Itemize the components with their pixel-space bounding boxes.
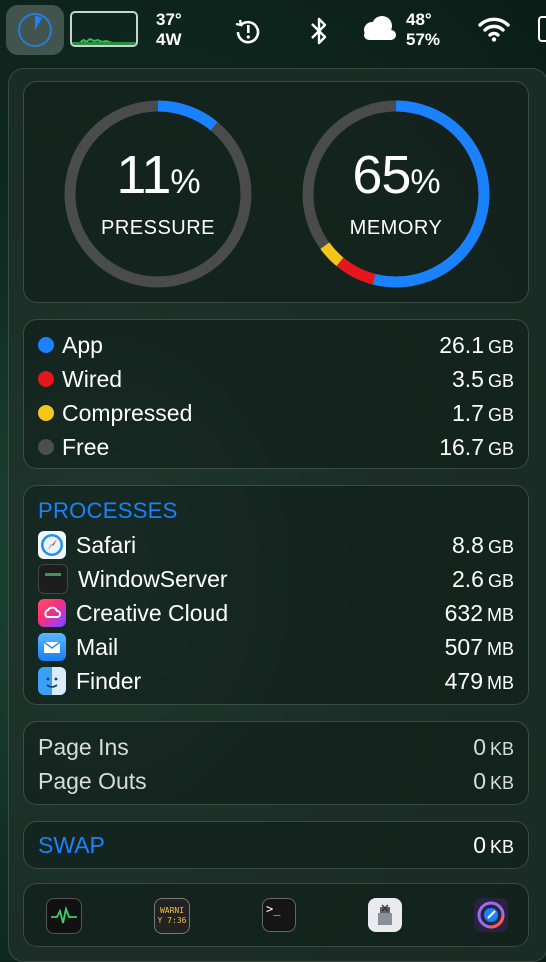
free-dot-icon bbox=[38, 439, 54, 455]
memory-gauge: 65% MEMORY bbox=[298, 96, 494, 292]
breakdown-row-app: App 26.1 GB bbox=[38, 328, 514, 362]
breakdown-label: Compressed bbox=[62, 399, 193, 426]
process-row-mail[interactable]: Mail 507 MB bbox=[38, 630, 514, 664]
disk-utility-icon[interactable] bbox=[474, 898, 508, 932]
process-value: 479 bbox=[444, 667, 483, 694]
weather-cloud-icon[interactable] bbox=[358, 14, 400, 44]
processes-heading[interactable]: PROCESSES bbox=[38, 498, 178, 524]
process-name: Mail bbox=[76, 633, 119, 660]
finder-icon bbox=[38, 667, 66, 695]
console-icon-text: WARNI bbox=[159, 906, 185, 915]
breakdown-value: 26.1 bbox=[439, 331, 484, 358]
terminal-icon-prompt: >_ bbox=[266, 902, 281, 916]
process-value: 2.6 bbox=[452, 565, 484, 592]
memory-pie-menu-icon[interactable] bbox=[6, 5, 64, 55]
process-value: 632 bbox=[444, 599, 483, 626]
memory-label: MEMORY bbox=[349, 217, 443, 239]
memory-breakdown-card: App 26.1 GB Wired 3.5 GB Compressed 1.7 GB … bbox=[23, 319, 529, 469]
page-ins-value: 0 bbox=[473, 733, 486, 760]
battery-icon[interactable] bbox=[538, 16, 546, 42]
swap-card: SWAP 0 KB bbox=[23, 821, 529, 869]
pressure-label: PRESSURE bbox=[100, 217, 216, 239]
mail-icon bbox=[38, 633, 66, 661]
pressure-value: 11% bbox=[116, 145, 200, 205]
process-value: 507 bbox=[444, 633, 483, 660]
weather-readout[interactable]: 48° 57% bbox=[406, 10, 440, 50]
cpu-graph-menu-icon[interactable] bbox=[70, 11, 138, 47]
temp-power-readout[interactable]: 37° 4W bbox=[156, 10, 182, 50]
process-name: Finder bbox=[76, 667, 142, 694]
memory-value: 65% bbox=[352, 145, 440, 205]
breakdown-value: 3.5 bbox=[452, 365, 484, 392]
console-icon-time: Y 7:36 bbox=[157, 916, 187, 925]
breakdown-label: Free bbox=[62, 433, 110, 460]
breakdown-value: 16.7 bbox=[439, 433, 484, 460]
swap-heading[interactable]: SWAP bbox=[38, 832, 473, 859]
power-value: 4W bbox=[156, 30, 182, 49]
app-dot-icon bbox=[38, 337, 54, 353]
breakdown-label: App bbox=[62, 331, 103, 358]
weather-temp: 48° bbox=[406, 10, 432, 29]
system-info-icon[interactable] bbox=[368, 898, 402, 932]
process-row-finder[interactable]: Finder 479 MB bbox=[38, 664, 514, 698]
weather-humidity: 57% bbox=[406, 30, 441, 49]
windowserver-icon bbox=[38, 564, 68, 594]
breakdown-row-compressed: Compressed 1.7 GB bbox=[38, 396, 514, 430]
temperature-value: 37° bbox=[156, 10, 182, 29]
process-row-windowserver[interactable]: WindowServer 2.6 GB bbox=[38, 562, 514, 596]
pressure-gauge: 11% PRESSURE bbox=[60, 96, 256, 292]
swap-row: SWAP 0 KB bbox=[38, 831, 514, 859]
process-row-creative-cloud[interactable]: Creative Cloud 632 MB bbox=[38, 596, 514, 630]
menu-bar: 37° 4W 48° 57% bbox=[0, 0, 546, 62]
bluetooth-icon[interactable] bbox=[304, 14, 334, 48]
memory-stats-panel: 11% PRESSURE 65% MEMORY App 26.1 GB Wired… bbox=[8, 68, 546, 962]
page-ins-label: Page Ins bbox=[38, 733, 129, 760]
process-row-safari[interactable]: Safari 8.8 GB bbox=[38, 528, 514, 562]
paging-card: Page Ins 0 KB Page Outs 0 KB bbox=[23, 721, 529, 805]
breakdown-value: 1.7 bbox=[452, 399, 484, 426]
creative-cloud-icon bbox=[38, 599, 66, 627]
terminal-icon[interactable]: >_ bbox=[262, 898, 296, 932]
processes-card: PROCESSES Safari 8.8 GB WindowServer 2.6 G… bbox=[23, 485, 529, 705]
breakdown-row-wired: Wired 3.5 GB bbox=[38, 362, 514, 396]
gauges-card: 11% PRESSURE 65% MEMORY bbox=[23, 81, 529, 303]
process-name: Creative Cloud bbox=[76, 599, 229, 626]
process-name: WindowServer bbox=[78, 565, 228, 592]
wired-dot-icon bbox=[38, 371, 54, 387]
activity-monitor-icon[interactable] bbox=[46, 898, 82, 934]
swap-value: 0 bbox=[473, 831, 486, 858]
breakdown-row-free: Free 16.7 GB bbox=[38, 430, 514, 464]
app-shortcuts-card: WARNI Y 7:36 >_ bbox=[23, 883, 529, 947]
console-icon[interactable]: WARNI Y 7:36 bbox=[154, 898, 190, 934]
safari-icon bbox=[38, 531, 66, 559]
compressed-dot-icon bbox=[38, 405, 54, 421]
breakdown-label: Wired bbox=[62, 365, 123, 392]
page-outs-label: Page Outs bbox=[38, 767, 147, 794]
page-ins-row: Page Ins 0 KB bbox=[38, 733, 514, 760]
wifi-icon[interactable] bbox=[476, 14, 512, 44]
page-outs-row: Page Outs 0 KB bbox=[38, 767, 514, 794]
page-outs-value: 0 bbox=[473, 767, 486, 794]
process-value: 8.8 bbox=[452, 531, 484, 558]
time-machine-icon[interactable] bbox=[230, 14, 266, 50]
process-name: Safari bbox=[76, 531, 137, 558]
